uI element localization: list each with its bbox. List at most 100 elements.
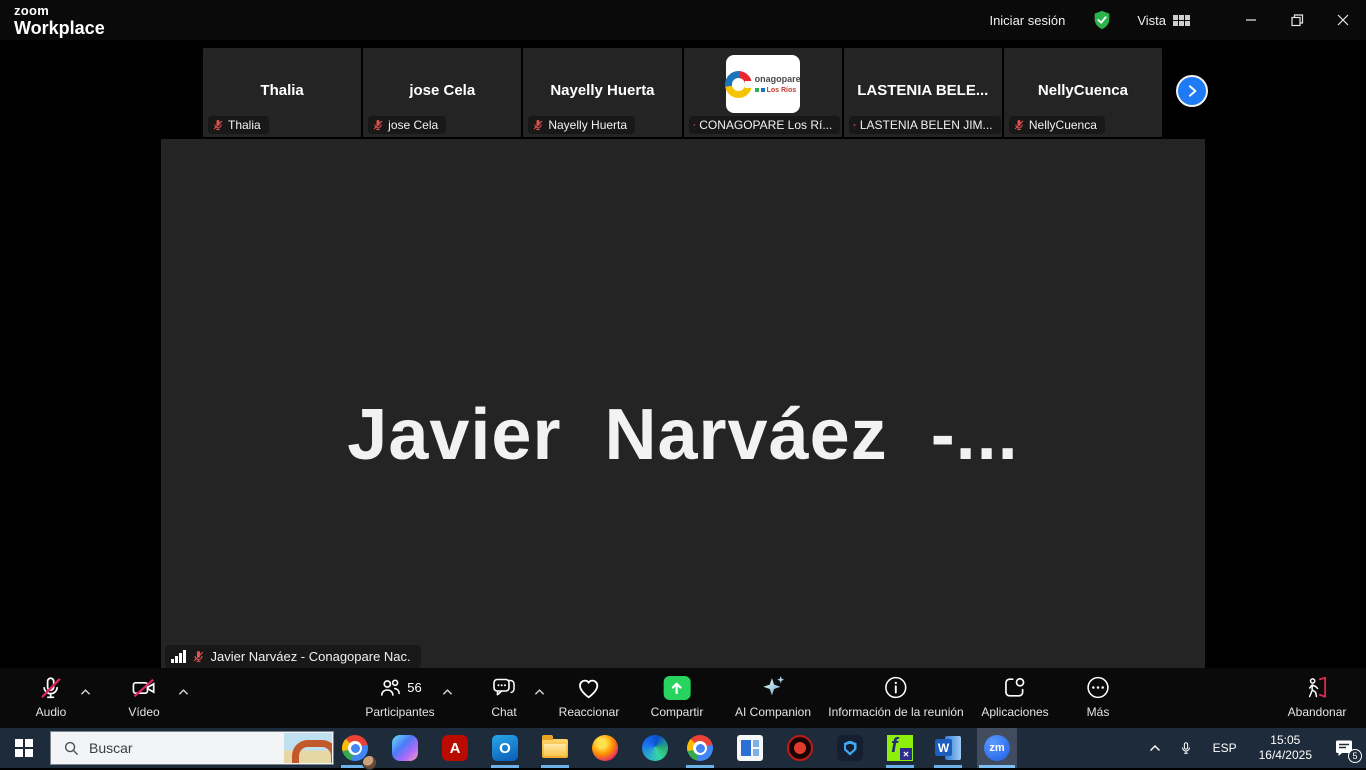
muted-mic-icon bbox=[38, 675, 64, 701]
video-tile-conagopare[interactable]: onagopare Los Ríos CONAGOPARE Los Rí... bbox=[684, 48, 842, 137]
notification-count-badge: 5 bbox=[1348, 749, 1362, 763]
chat-options-caret[interactable] bbox=[530, 684, 548, 700]
leave-door-icon bbox=[1304, 675, 1330, 701]
chat-icon bbox=[491, 675, 517, 700]
react-button[interactable]: Reaccionar bbox=[559, 674, 620, 719]
video-tile-jose-cela[interactable]: jose Cela jose Cela bbox=[363, 48, 521, 137]
sign-in-button[interactable]: Iniciar sesión bbox=[989, 13, 1065, 28]
muted-mic-icon bbox=[372, 119, 384, 131]
taskbar-outlook-icon[interactable]: O bbox=[485, 728, 525, 768]
view-grid-icon bbox=[1173, 15, 1190, 26]
taskbar-search-input[interactable]: Buscar bbox=[50, 731, 334, 765]
chevron-right-icon bbox=[1184, 83, 1200, 99]
ai-sparkle-icon bbox=[759, 674, 786, 701]
tray-chevron-up-icon[interactable] bbox=[1139, 728, 1171, 768]
participant-name: Nayelly Huerta bbox=[523, 82, 681, 99]
participants-button[interactable]: 56 Participantes bbox=[365, 674, 434, 719]
tray-notification-button[interactable]: 5 bbox=[1322, 728, 1366, 768]
tray-clock[interactable]: 15:05 16/4/2025 bbox=[1249, 728, 1322, 768]
muted-mic-icon bbox=[853, 119, 856, 131]
participant-name-label: CONAGOPARE Los Rí... bbox=[689, 116, 841, 134]
meeting-info-button[interactable]: Información de la reunión bbox=[828, 674, 963, 719]
participant-name-label: jose Cela bbox=[368, 116, 446, 134]
share-button[interactable]: Compartir bbox=[651, 674, 704, 719]
participants-count: 56 bbox=[407, 680, 421, 695]
share-screen-icon bbox=[664, 676, 691, 700]
muted-mic-icon bbox=[192, 650, 205, 663]
participants-options-caret[interactable] bbox=[438, 684, 456, 700]
brand-zoom: zoom bbox=[14, 4, 105, 17]
participant-name-label: LASTENIA BELEN JIM... bbox=[849, 116, 1001, 134]
logo-text-main: onagopare bbox=[755, 75, 801, 84]
taskbar-word-icon[interactable]: W bbox=[928, 728, 968, 768]
apps-button[interactable]: Aplicaciones bbox=[981, 674, 1048, 719]
search-highlight-image[interactable] bbox=[284, 733, 332, 763]
restore-button[interactable] bbox=[1274, 0, 1320, 40]
participant-name: jose Cela bbox=[363, 82, 521, 99]
tray-date: 16/4/2025 bbox=[1259, 748, 1312, 763]
active-speaker-stage: Javier Narváez -... Javier Narváez - Con… bbox=[161, 139, 1205, 668]
close-button[interactable] bbox=[1320, 0, 1366, 40]
participants-icon bbox=[378, 676, 402, 700]
video-button[interactable]: Vídeo bbox=[128, 674, 159, 719]
taskbar-copilot-icon[interactable] bbox=[385, 728, 425, 768]
participant-name: NellyCuenca bbox=[1004, 82, 1162, 99]
chat-button[interactable]: Chat bbox=[491, 674, 517, 719]
participant-name: Thalia bbox=[203, 82, 361, 99]
video-tile-nellycuenca[interactable]: NellyCuenca NellyCuenca bbox=[1004, 48, 1162, 137]
participant-name-label: Nayelly Huerta bbox=[528, 116, 635, 134]
muted-mic-icon bbox=[1013, 119, 1025, 131]
logo-text-sub: Los Ríos bbox=[767, 87, 797, 94]
security-shield-icon[interactable] bbox=[1091, 9, 1113, 31]
muted-camera-icon bbox=[130, 675, 157, 701]
taskbar-system-window-icon[interactable] bbox=[730, 728, 770, 768]
taskbar-edge-icon[interactable] bbox=[635, 728, 675, 768]
taskbar-shield-app-icon[interactable] bbox=[830, 728, 870, 768]
search-placeholder: Buscar bbox=[89, 740, 133, 756]
video-tile-nayelly-huerta[interactable]: Nayelly Huerta Nayelly Huerta bbox=[523, 48, 681, 137]
zoom-titlebar: zoom Workplace Iniciar sesión Vista bbox=[0, 0, 1366, 40]
conagopare-ring-logo-icon bbox=[725, 71, 752, 98]
taskbar-firefox-icon[interactable] bbox=[585, 728, 625, 768]
leave-meeting-button[interactable]: Abandonar bbox=[1288, 674, 1347, 719]
audio-button[interactable]: Audio bbox=[36, 674, 67, 719]
apps-icon bbox=[1003, 675, 1028, 700]
taskbar-acrobat-icon[interactable]: A bbox=[435, 728, 475, 768]
taskbar-zoom-icon[interactable]: zm bbox=[977, 728, 1017, 768]
more-ellipsis-icon bbox=[1086, 675, 1111, 700]
muted-mic-icon bbox=[212, 119, 224, 131]
muted-mic-icon bbox=[532, 119, 544, 131]
conagopare-logo-avatar: onagopare Los Ríos bbox=[726, 55, 800, 113]
ai-companion-button[interactable]: AI Companion bbox=[735, 674, 811, 719]
brand-workplace: Workplace bbox=[14, 19, 105, 37]
view-button[interactable]: Vista bbox=[1137, 13, 1190, 28]
zoom-workplace-logo: zoom Workplace bbox=[14, 4, 105, 37]
more-button[interactable]: Más bbox=[1086, 674, 1111, 719]
video-tile-thalia[interactable]: Thalia Thalia bbox=[203, 48, 361, 137]
next-participants-page-button[interactable] bbox=[1176, 75, 1208, 107]
tray-language-indicator[interactable]: ESP bbox=[1201, 728, 1249, 768]
search-icon bbox=[64, 741, 79, 756]
participant-name: LASTENIA BELE... bbox=[844, 82, 1002, 99]
start-button[interactable] bbox=[0, 728, 48, 768]
windows-taskbar: Buscar A O f✕ W zm ESP 15:05 bbox=[0, 728, 1366, 768]
signal-strength-icon bbox=[171, 650, 186, 663]
info-icon bbox=[883, 675, 908, 700]
taskbar-file-explorer-icon[interactable] bbox=[535, 728, 575, 768]
taskbar-sri-app-icon[interactable]: f✕ bbox=[880, 728, 920, 768]
video-options-caret[interactable] bbox=[174, 684, 192, 700]
participant-name-label: Thalia bbox=[208, 116, 269, 134]
system-tray: ESP 15:05 16/4/2025 5 bbox=[1139, 728, 1366, 768]
taskbar-chrome-icon[interactable] bbox=[680, 728, 720, 768]
speaker-display-name: Javier Narváez -... bbox=[161, 394, 1205, 476]
video-tile-lastenia[interactable]: LASTENIA BELE... LASTENIA BELEN JIM... bbox=[844, 48, 1002, 137]
tray-time: 15:05 bbox=[1259, 733, 1312, 748]
tray-microphone-icon[interactable] bbox=[1171, 728, 1201, 768]
participant-filmstrip: Thalia Thalia jose Cela jose Cela Nayell… bbox=[203, 48, 1162, 137]
minimize-button[interactable] bbox=[1228, 0, 1274, 40]
taskbar-chrome-profile-icon[interactable] bbox=[335, 728, 375, 768]
taskbar-security-red-icon[interactable] bbox=[780, 728, 820, 768]
view-label: Vista bbox=[1137, 13, 1166, 28]
audio-options-caret[interactable] bbox=[76, 684, 94, 700]
participant-name-label: NellyCuenca bbox=[1009, 116, 1105, 134]
